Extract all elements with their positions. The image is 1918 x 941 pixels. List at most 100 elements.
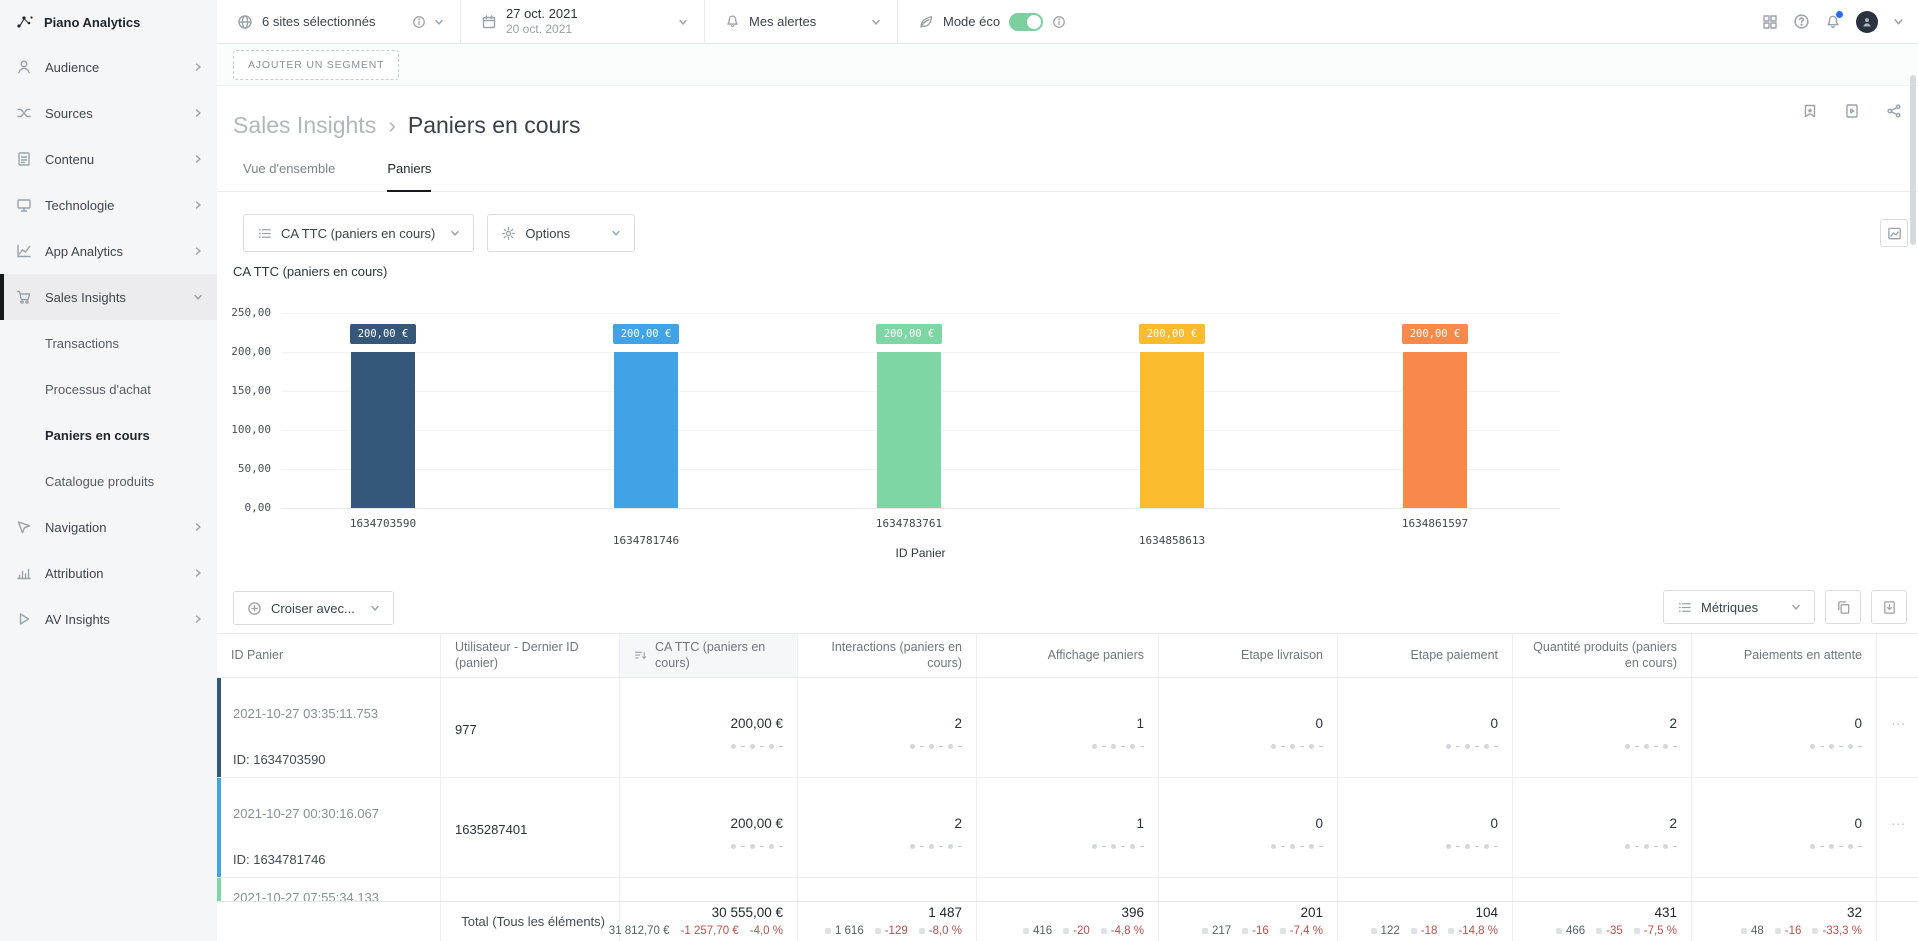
- chart-export-button[interactable]: [1880, 219, 1908, 247]
- bar-value-label: 200,00 €: [849, 324, 969, 344]
- copy-table-button[interactable]: [1825, 590, 1861, 624]
- options-dropdown[interactable]: Options: [487, 214, 635, 252]
- chevron-right-icon: [193, 246, 203, 256]
- metric-cell: 2: [798, 778, 977, 877]
- help-icon[interactable]: [1793, 13, 1810, 30]
- table-header-cell[interactable]: Quantité produits (paniers en cours): [1513, 634, 1692, 677]
- metric-selector-dropdown[interactable]: CA TTC (paniers en cours): [243, 214, 474, 252]
- chevron-right-icon: [193, 614, 203, 624]
- sidebar-subitem-processus-achat[interactable]: Processus d'achat: [0, 366, 217, 412]
- sidebar-item-sources[interactable]: Sources: [0, 90, 217, 136]
- cursor-icon: [16, 519, 32, 535]
- comparison-marker: [1371, 928, 1377, 934]
- sidebar-subitem-catalogue-produits[interactable]: Catalogue produits: [0, 458, 217, 504]
- bar-value-label: 200,00 €: [323, 324, 443, 344]
- site-selector[interactable]: 6 sites sélectionnés: [217, 0, 461, 43]
- y-tick-label: 250,00: [195, 306, 271, 319]
- breadcrumb-parent[interactable]: Sales Insights: [233, 112, 376, 139]
- chart-bar[interactable]: [1140, 352, 1204, 508]
- sidebar-item-audience[interactable]: Audience: [0, 44, 217, 90]
- eco-dot: [1309, 744, 1314, 749]
- sidebar-subitem-transactions[interactable]: Transactions: [0, 320, 217, 366]
- sidebar-subitem-paniers-en-cours[interactable]: Paniers en cours: [0, 412, 217, 458]
- chart-bar[interactable]: [1403, 352, 1467, 508]
- row-menu-button[interactable]: ...: [1891, 712, 1906, 728]
- eco-dot: [929, 844, 934, 849]
- add-segment-button[interactable]: AJOUTER UN SEGMENT: [233, 50, 399, 80]
- eco-dash: [1839, 746, 1843, 748]
- sidebar-item-av-insights[interactable]: AV Insights: [0, 596, 217, 642]
- breadcrumb-separator: ›: [388, 112, 396, 139]
- eco-dot: [1111, 744, 1116, 749]
- eco-placeholder: [910, 744, 962, 749]
- table-header-cell[interactable]: ID Panier: [217, 634, 441, 677]
- table-header-cell[interactable]: Affichage paniers: [977, 634, 1159, 677]
- cart-id-cell: 2021-10-27 00:30:16.067ID: 1634781746: [217, 778, 441, 877]
- eco-placeholder: [1810, 744, 1862, 749]
- table-header-cell[interactable]: CA TTC (paniers en cours): [620, 634, 798, 677]
- page: Piano Analytics Audience Sources Contenu…: [0, 0, 1918, 941]
- eco-dot: [1111, 844, 1116, 849]
- row-menu-button[interactable]: ...: [1891, 812, 1906, 828]
- info-icon[interactable]: [412, 15, 426, 29]
- table-header-cell[interactable]: Etape paiement: [1338, 634, 1513, 677]
- comparison-text: -16: [1785, 925, 1802, 937]
- table-row[interactable]: 2021-10-27 00:30:16.067ID: 1634781746163…: [217, 778, 1918, 878]
- bookmark-star-icon[interactable]: [1802, 103, 1818, 119]
- app-logo-row[interactable]: Piano Analytics: [0, 0, 217, 44]
- table-header-cell[interactable]: Etape livraison: [1159, 634, 1338, 677]
- info-icon[interactable]: [1052, 15, 1066, 29]
- metric-cell: 1: [977, 778, 1159, 877]
- x-tick-label: 1634703590: [318, 517, 448, 530]
- date-range-picker[interactable]: 27 oct. 2021 20 oct. 2021: [461, 0, 705, 43]
- chevron-down-icon[interactable]: [1893, 16, 1904, 27]
- scrollbar-thumb[interactable]: [1910, 75, 1916, 245]
- notifications-bell-icon[interactable]: [1825, 14, 1841, 30]
- comparison-negative: -129: [875, 925, 908, 937]
- cell-value: 0: [1854, 716, 1862, 731]
- total-value: 32: [1847, 905, 1862, 920]
- bar-value-label: 200,00 €: [1375, 324, 1495, 344]
- user-cell: 977: [441, 678, 620, 777]
- comparison-text: 122: [1381, 925, 1400, 937]
- share-icon[interactable]: [1886, 103, 1902, 119]
- tab-vue-densemble[interactable]: Vue d'ensemble: [243, 161, 335, 191]
- topbar: 6 sites sélectionnés 27 oct. 2021 20 oct…: [217, 0, 1918, 44]
- sidebar-subitem-label: Transactions: [45, 336, 119, 351]
- cross-with-dropdown[interactable]: Croiser avec...: [233, 591, 394, 625]
- tab-paniers[interactable]: Paniers: [387, 161, 431, 192]
- sidebar-item-attribution[interactable]: Attribution: [0, 550, 217, 596]
- table-header-cell[interactable]: Utilisateur - Dernier ID (panier): [441, 634, 620, 677]
- eco-dash: [1140, 746, 1144, 748]
- table-header-label: Etape livraison: [1241, 648, 1323, 664]
- table-row[interactable]: 2021-10-27 03:35:11.753ID: 1634703590977…: [217, 678, 1918, 778]
- user-avatar[interactable]: [1856, 11, 1878, 33]
- apps-grid-icon[interactable]: [1762, 14, 1778, 30]
- export-table-button[interactable]: [1871, 590, 1907, 624]
- chart-bar[interactable]: [614, 352, 678, 508]
- comparison-marker: [1411, 928, 1417, 934]
- chart-bar[interactable]: [351, 352, 415, 508]
- alerts-selector[interactable]: Mes alertes: [705, 0, 898, 43]
- plus-circle-icon: [247, 601, 262, 616]
- chevron-down-icon: [1791, 602, 1801, 612]
- eco-dot: [1092, 844, 1097, 849]
- metric-cell: 0: [1338, 678, 1513, 777]
- sidebar-item-sales-insights[interactable]: Sales Insights: [0, 274, 217, 320]
- eco-dot: [1663, 744, 1668, 749]
- table-header-cell[interactable]: Paiements en attente: [1692, 634, 1877, 677]
- sidebar-item-technologie[interactable]: Technologie: [0, 182, 217, 228]
- sidebar-item-navigation[interactable]: Navigation: [0, 504, 217, 550]
- chart-bar[interactable]: [877, 352, 941, 508]
- comparison-text: 416: [1033, 925, 1052, 937]
- table-header-label: ID Panier: [231, 648, 283, 664]
- sidebar-item-app-analytics[interactable]: App Analytics: [0, 228, 217, 274]
- table-header-cell[interactable]: Interactions (paniers en cours): [798, 634, 977, 677]
- eco-mode-toggle[interactable]: [1009, 13, 1043, 31]
- report-file-icon[interactable]: [1844, 103, 1860, 119]
- sidebar-item-contenu[interactable]: Contenu: [0, 136, 217, 182]
- sidebar-item-label: Audience: [45, 60, 99, 75]
- page-title: Paniers en cours: [408, 112, 581, 139]
- metrics-dropdown[interactable]: Métriques: [1663, 590, 1815, 624]
- row-actions-cell: ...: [1877, 778, 1918, 877]
